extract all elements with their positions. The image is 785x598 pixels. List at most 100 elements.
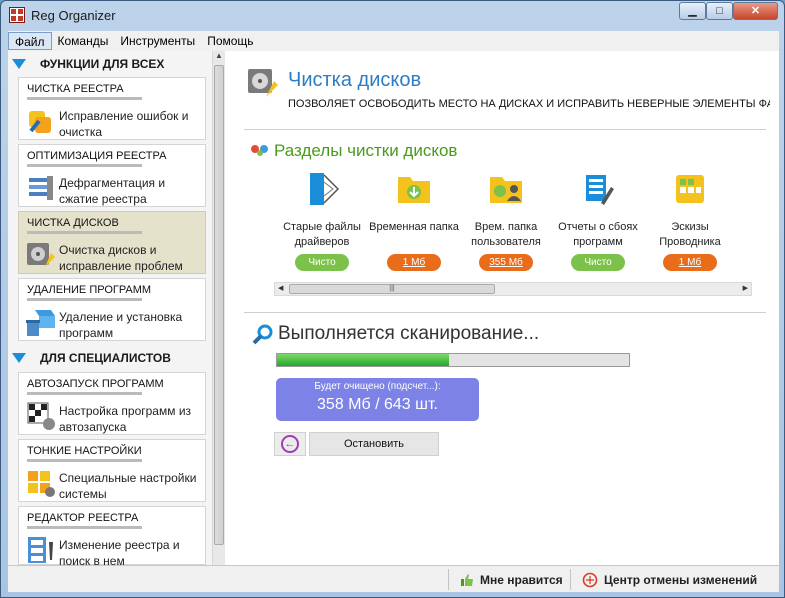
card-underline <box>27 231 142 234</box>
menu-tools[interactable]: Инструменты <box>114 32 201 50</box>
card-underline <box>27 392 142 395</box>
disk-clean-icon <box>27 243 55 267</box>
categories-scrollbar[interactable]: ◀ ||| ▶ <box>274 282 752 296</box>
uninstall-icon <box>26 310 55 336</box>
size-badge-link[interactable]: 1 Мб <box>663 254 717 271</box>
section-title: ФУНКЦИИ ДЛЯ ВСЕХ <box>40 57 165 71</box>
card-underline <box>27 459 142 462</box>
category-thumbnails[interactable]: Эскизы Проводника 1 Мб <box>642 169 738 271</box>
collapse-triangle-icon <box>12 59 26 69</box>
divider <box>244 312 766 313</box>
scroll-right-arrow-icon[interactable]: ▶ <box>743 283 748 295</box>
divider <box>570 569 571 590</box>
card-description: Специальные настройки системы <box>59 471 197 501</box>
back-arrow-icon: ← <box>281 435 299 453</box>
category-user-temp-folder[interactable]: Врем. папка пользователя 355 Мб <box>458 169 554 271</box>
maximize-button[interactable]: □ <box>706 2 733 20</box>
sidebar-item-registry-editor[interactable]: РЕДАКТОР РЕЕСТРА Изменение реестра и пои… <box>18 506 206 568</box>
page-title: Чистка дисков <box>288 69 422 91</box>
magnifier-icon <box>252 324 273 345</box>
sidebar-item-disk-clean[interactable]: ЧИСТКА ДИСКОВ Очистка дисков и исправлен… <box>18 211 206 274</box>
registry-clean-icon <box>29 111 51 133</box>
temp-folder-icon <box>398 177 430 203</box>
window-title: Reg Organizer <box>31 7 116 23</box>
progress-fill <box>277 354 450 366</box>
page-subtitle: ПОЗВОЛЯЕТ ОСВОБОДИТЬ МЕСТО НА ДИСКАХ И И… <box>288 98 770 110</box>
size-badge-link[interactable]: 1 Мб <box>387 254 441 271</box>
sidebar-item-registry-optimize[interactable]: ОПТИМИЗАЦИЯ РЕЕСТРА Дефрагментация и сжа… <box>18 144 206 207</box>
thumbs-up-icon <box>461 574 473 586</box>
card-title: ТОНКИЕ НАСТРОЙКИ <box>27 445 142 457</box>
user-temp-folder-icon <box>490 177 522 203</box>
minimize-button[interactable]: ▁ <box>679 2 706 20</box>
undo-center-button[interactable]: Центр отмены изменений <box>582 570 757 590</box>
close-button[interactable]: ✕ <box>733 2 778 20</box>
category-temp-folder[interactable]: Временная папка 1 Мб <box>366 169 462 271</box>
title-bar[interactable]: Reg Organizer ▁ □ ✕ <box>1 1 784 29</box>
card-underline <box>27 526 142 529</box>
registry-editor-icon <box>28 537 53 563</box>
card-description: Удаление и установка программ <box>59 310 183 340</box>
card-underline <box>27 164 142 167</box>
scrollbar-thumb[interactable] <box>214 65 224 545</box>
menu-file[interactable]: Файл <box>8 32 52 50</box>
crash-reports-icon <box>586 175 614 205</box>
drivers-icon <box>310 173 340 205</box>
result-value: 358 Мб / 643 шт. <box>317 396 438 413</box>
app-window: Reg Organizer ▁ □ ✕ Файл Команды Инструм… <box>0 0 785 598</box>
sidebar-section-header[interactable]: ДЛЯ СПЕЦИАЛИСТОВ <box>8 347 212 369</box>
stop-button[interactable]: Остановить <box>309 432 439 456</box>
scroll-up-arrow-icon[interactable]: ▲ <box>213 51 225 63</box>
category-drivers[interactable]: Старые файлы драйверов Чисто <box>274 169 370 271</box>
card-title: ЧИСТКА ДИСКОВ <box>27 217 119 229</box>
registry-optimize-icon <box>29 176 53 200</box>
status-badge: Чисто <box>295 254 349 271</box>
card-description: Очистка дисков и исправление проблем <box>59 243 183 273</box>
category-label: Временная папка <box>369 221 459 233</box>
menu-help[interactable]: Помощь <box>201 32 259 50</box>
sidebar-scrollbar[interactable]: ▲ <box>212 51 225 565</box>
sidebar-item-autorun[interactable]: АВТОЗАПУСК ПРОГРАММ Настройка программ и… <box>18 372 206 435</box>
undo-center-label: Центр отмены изменений <box>604 573 758 587</box>
size-badge-link[interactable]: 355 Мб <box>479 254 533 271</box>
client-area: ФУНКЦИИ ДЛЯ ВСЕХ ЧИСТКА РЕЕСТРА Исправле… <box>8 51 779 592</box>
status-badge: Чисто <box>571 254 625 271</box>
sidebar-item-uninstall[interactable]: УДАЛЕНИЕ ПРОГРАММ Удаление и установка п… <box>18 278 206 341</box>
sidebar-section-header[interactable]: ФУНКЦИИ ДЛЯ ВСЕХ <box>8 53 212 75</box>
card-underline <box>27 97 142 100</box>
back-button[interactable]: ← <box>274 432 306 456</box>
category-label: Отчеты о сбоях программ <box>558 221 638 248</box>
card-description: Настройка программ из автозапуска <box>59 404 192 434</box>
card-description: Исправление ошибок и очистка <box>59 109 189 139</box>
scrollbar-thumb[interactable]: ||| <box>289 284 495 294</box>
like-button[interactable]: Мне нравится <box>460 570 563 590</box>
sidebar-item-tweaks[interactable]: ТОНКИЕ НАСТРОЙКИ Специальные настройки с… <box>18 439 206 502</box>
undo-center-icon <box>582 572 598 588</box>
card-title: УДАЛЕНИЕ ПРОГРАММ <box>27 284 152 296</box>
menu-commands[interactable]: Команды <box>52 32 115 50</box>
scan-progress-bar <box>276 353 630 367</box>
card-title: ОПТИМИЗАЦИЯ РЕЕСТРА <box>27 150 167 162</box>
sidebar-item-registry-clean[interactable]: ЧИСТКА РЕЕСТРА Исправление ошибок и очис… <box>18 77 206 140</box>
autorun-icon <box>27 402 55 430</box>
map-pins-icon <box>251 145 268 156</box>
sidebar: ФУНКЦИИ ДЛЯ ВСЕХ ЧИСТКА РЕЕСТРА Исправле… <box>8 51 225 568</box>
divider <box>244 129 766 130</box>
collapse-triangle-icon <box>12 353 26 363</box>
card-title: РЕДАКТОР РЕЕСТРА <box>27 512 139 524</box>
disk-clean-icon <box>248 69 278 97</box>
menu-bar: Файл Команды Инструменты Помощь <box>8 31 779 51</box>
section-title: Разделы чистки дисков <box>274 141 458 160</box>
scan-status-title: Выполняется сканирование... <box>278 323 540 344</box>
section-title: ДЛЯ СПЕЦИАЛИСТОВ <box>40 351 171 365</box>
thumbnails-icon <box>676 175 704 203</box>
app-logo-icon <box>9 7 25 23</box>
category-crash-reports[interactable]: Отчеты о сбоях программ Чисто <box>550 169 646 271</box>
category-label: Эскизы Проводника <box>659 221 721 248</box>
divider <box>448 569 449 590</box>
card-underline <box>27 298 142 301</box>
status-bar: Мне нравится Центр отмены изменений <box>8 565 779 592</box>
card-description: Дефрагментация и сжатие реестра <box>59 176 166 206</box>
category-label: Врем. папка пользователя <box>471 221 541 248</box>
scroll-left-arrow-icon[interactable]: ◀ <box>278 283 283 295</box>
